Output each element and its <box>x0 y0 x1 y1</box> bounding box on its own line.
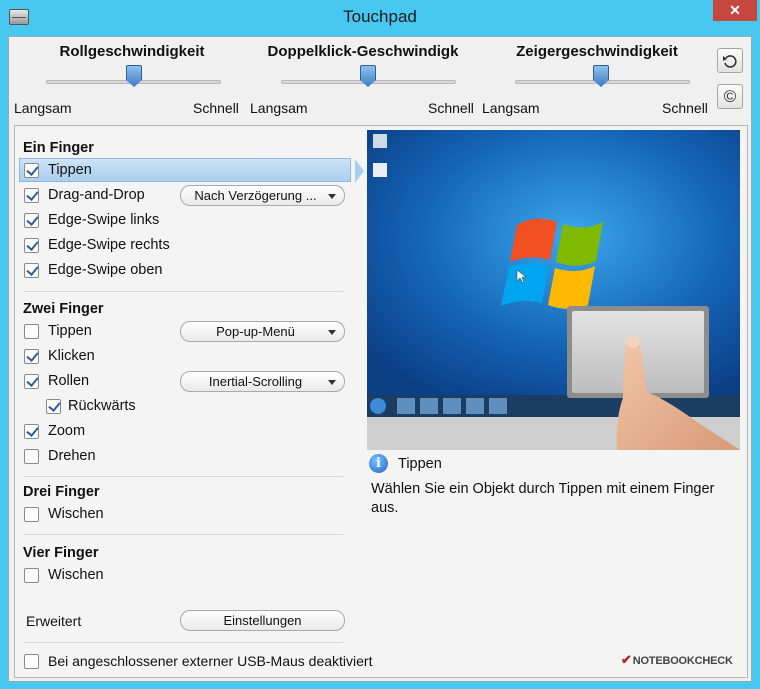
info-icon: i <box>369 454 388 473</box>
gesture-panel: Ein Finger Tippen Drag-and-Drop Nach Ver… <box>14 125 748 678</box>
two-finger-tap-label: Tippen <box>48 323 92 339</box>
chevron-down-icon <box>328 380 336 385</box>
divider <box>23 291 343 292</box>
four-finger-heading: Vier Finger <box>23 545 99 561</box>
info-title: Tippen <box>398 455 442 472</box>
usb-mouse-row[interactable]: Bei angeschlossener externer USB-Maus de… <box>24 649 373 673</box>
four-finger-swipe-checkbox[interactable] <box>24 567 39 583</box>
double-click-speed-fast-label: Schnell <box>428 100 474 116</box>
advanced-label: Erweitert <box>26 613 82 629</box>
edge-swipe-left-row[interactable]: Edge-Swipe links <box>24 208 159 232</box>
two-finger-zoom-row[interactable]: Zoom <box>24 419 85 443</box>
three-finger-swipe-label: Wischen <box>48 506 104 522</box>
watermark-text: NOTEBOOKCHECK <box>632 655 733 667</box>
chevron-down-icon <box>328 330 336 335</box>
one-finger-tap-row[interactable]: Tippen <box>19 158 364 183</box>
three-finger-heading: Drei Finger <box>23 484 100 500</box>
two-finger-click-label: Klicken <box>48 348 95 364</box>
two-finger-heading: Zwei Finger <box>23 301 104 317</box>
edge-swipe-left-label: Edge-Swipe links <box>48 212 160 228</box>
two-finger-rotate-checkbox[interactable] <box>24 448 39 464</box>
window-title: Touchpad <box>343 7 417 26</box>
double-click-speed-slow-label: Langsam <box>250 100 308 116</box>
reset-button[interactable] <box>717 48 743 73</box>
two-finger-zoom-label: Zoom <box>48 423 86 439</box>
title-bar: Touchpad ✕ <box>0 0 760 36</box>
edge-swipe-right-checkbox[interactable] <box>24 237 39 253</box>
drag-drop-checkbox[interactable] <box>24 187 39 203</box>
chevron-down-icon <box>328 194 336 199</box>
pointer-speed-slow-label: Langsam <box>482 100 540 116</box>
two-finger-click-checkbox[interactable] <box>24 348 39 364</box>
one-finger-tap-checkbox[interactable] <box>24 162 39 178</box>
divider <box>23 642 343 643</box>
scroll-speed-title: Rollgeschwindigkeit <box>59 43 205 60</box>
drag-drop-dropdown-value: Nach Verzögerung ... <box>194 188 317 203</box>
four-finger-swipe-row[interactable]: Wischen <box>24 563 104 587</box>
two-finger-scroll-row[interactable]: Rollen <box>24 369 89 393</box>
scroll-speed-group: Rollgeschwindigkeit Langsam Schnell <box>9 37 245 122</box>
info-header: i Tippen <box>369 454 442 473</box>
reverse-scroll-row[interactable]: Rückwärts <box>46 394 136 418</box>
about-button[interactable]: © <box>717 84 743 109</box>
undo-arrow-icon <box>723 55 737 68</box>
selection-arrow <box>355 159 364 183</box>
edge-swipe-right-row[interactable]: Edge-Swipe rechts <box>24 233 170 257</box>
two-finger-scroll-label: Rollen <box>48 373 90 389</box>
edge-swipe-right-label: Edge-Swipe rechts <box>48 237 170 253</box>
edge-swipe-top-checkbox[interactable] <box>24 262 39 278</box>
two-finger-tap-dropdown[interactable]: Pop-up-Menü <box>180 321 345 342</box>
reverse-scroll-checkbox[interactable] <box>46 398 61 414</box>
close-button[interactable]: ✕ <box>713 0 757 21</box>
settings-button[interactable]: Einstellungen <box>180 610 345 631</box>
three-finger-swipe-checkbox[interactable] <box>24 506 39 522</box>
scroll-speed-slow-label: Langsam <box>14 100 72 116</box>
two-finger-rotate-label: Drehen <box>48 448 96 464</box>
two-finger-tap-dropdown-value: Pop-up-Menü <box>216 324 295 339</box>
gesture-preview-image <box>367 130 740 450</box>
two-finger-zoom-checkbox[interactable] <box>24 423 39 439</box>
one-finger-tap-label: Tippen <box>48 162 92 178</box>
usb-mouse-label: Bei angeschlossener externer USB-Maus de… <box>48 653 373 669</box>
one-finger-heading: Ein Finger <box>23 140 94 156</box>
pointer-speed-fast-label: Schnell <box>662 100 708 116</box>
check-mark-icon: ✔ <box>621 652 632 667</box>
scroll-speed-fast-label: Schnell <box>193 100 239 116</box>
scroll-mode-dropdown[interactable]: Inertial-Scrolling <box>180 371 345 392</box>
edge-swipe-left-checkbox[interactable] <box>24 212 39 228</box>
three-finger-swipe-row[interactable]: Wischen <box>24 502 104 526</box>
four-finger-swipe-label: Wischen <box>48 567 104 583</box>
double-click-speed-title: Doppelklick-Geschwindigk <box>267 43 459 60</box>
divider <box>23 534 343 535</box>
two-finger-scroll-checkbox[interactable] <box>24 373 39 389</box>
double-click-speed-group: Doppelklick-Geschwindigk Langsam Schnell <box>245 37 481 122</box>
two-finger-rotate-row[interactable]: Drehen <box>24 444 96 468</box>
windows7-desktop-illustration <box>367 130 740 450</box>
drag-drop-row[interactable]: Drag-and-Drop <box>24 183 145 207</box>
pointer-speed-group: Zeigergeschwindigkeit Langsam Schnell <box>479 37 715 122</box>
reverse-scroll-label: Rückwärts <box>68 398 136 414</box>
scroll-mode-dropdown-value: Inertial-Scrolling <box>208 374 303 389</box>
divider <box>23 476 343 477</box>
two-finger-tap-checkbox[interactable] <box>24 323 39 339</box>
edge-swipe-top-label: Edge-Swipe oben <box>48 262 163 278</box>
edge-swipe-top-row[interactable]: Edge-Swipe oben <box>24 258 162 282</box>
client-area: Rollgeschwindigkeit Langsam Schnell Dopp… <box>8 36 752 682</box>
two-finger-click-row[interactable]: Klicken <box>24 344 95 368</box>
info-description: Wählen Sie ein Objekt durch Tippen mit e… <box>371 481 715 516</box>
window-frame: Touchpad ✕ Rollgeschwindigkeit Langsam S… <box>0 0 760 689</box>
notebookcheck-watermark: ✔NOTEBOOKCHECK <box>621 652 733 668</box>
two-finger-tap-row[interactable]: Tippen <box>24 319 92 343</box>
copyright-icon: © <box>723 87 737 106</box>
drag-drop-label: Drag-and-Drop <box>48 187 145 203</box>
pointer-speed-title: Zeigergeschwindigkeit <box>516 43 678 60</box>
usb-mouse-checkbox[interactable] <box>24 653 39 669</box>
drag-drop-dropdown[interactable]: Nach Verzögerung ... <box>180 185 345 206</box>
